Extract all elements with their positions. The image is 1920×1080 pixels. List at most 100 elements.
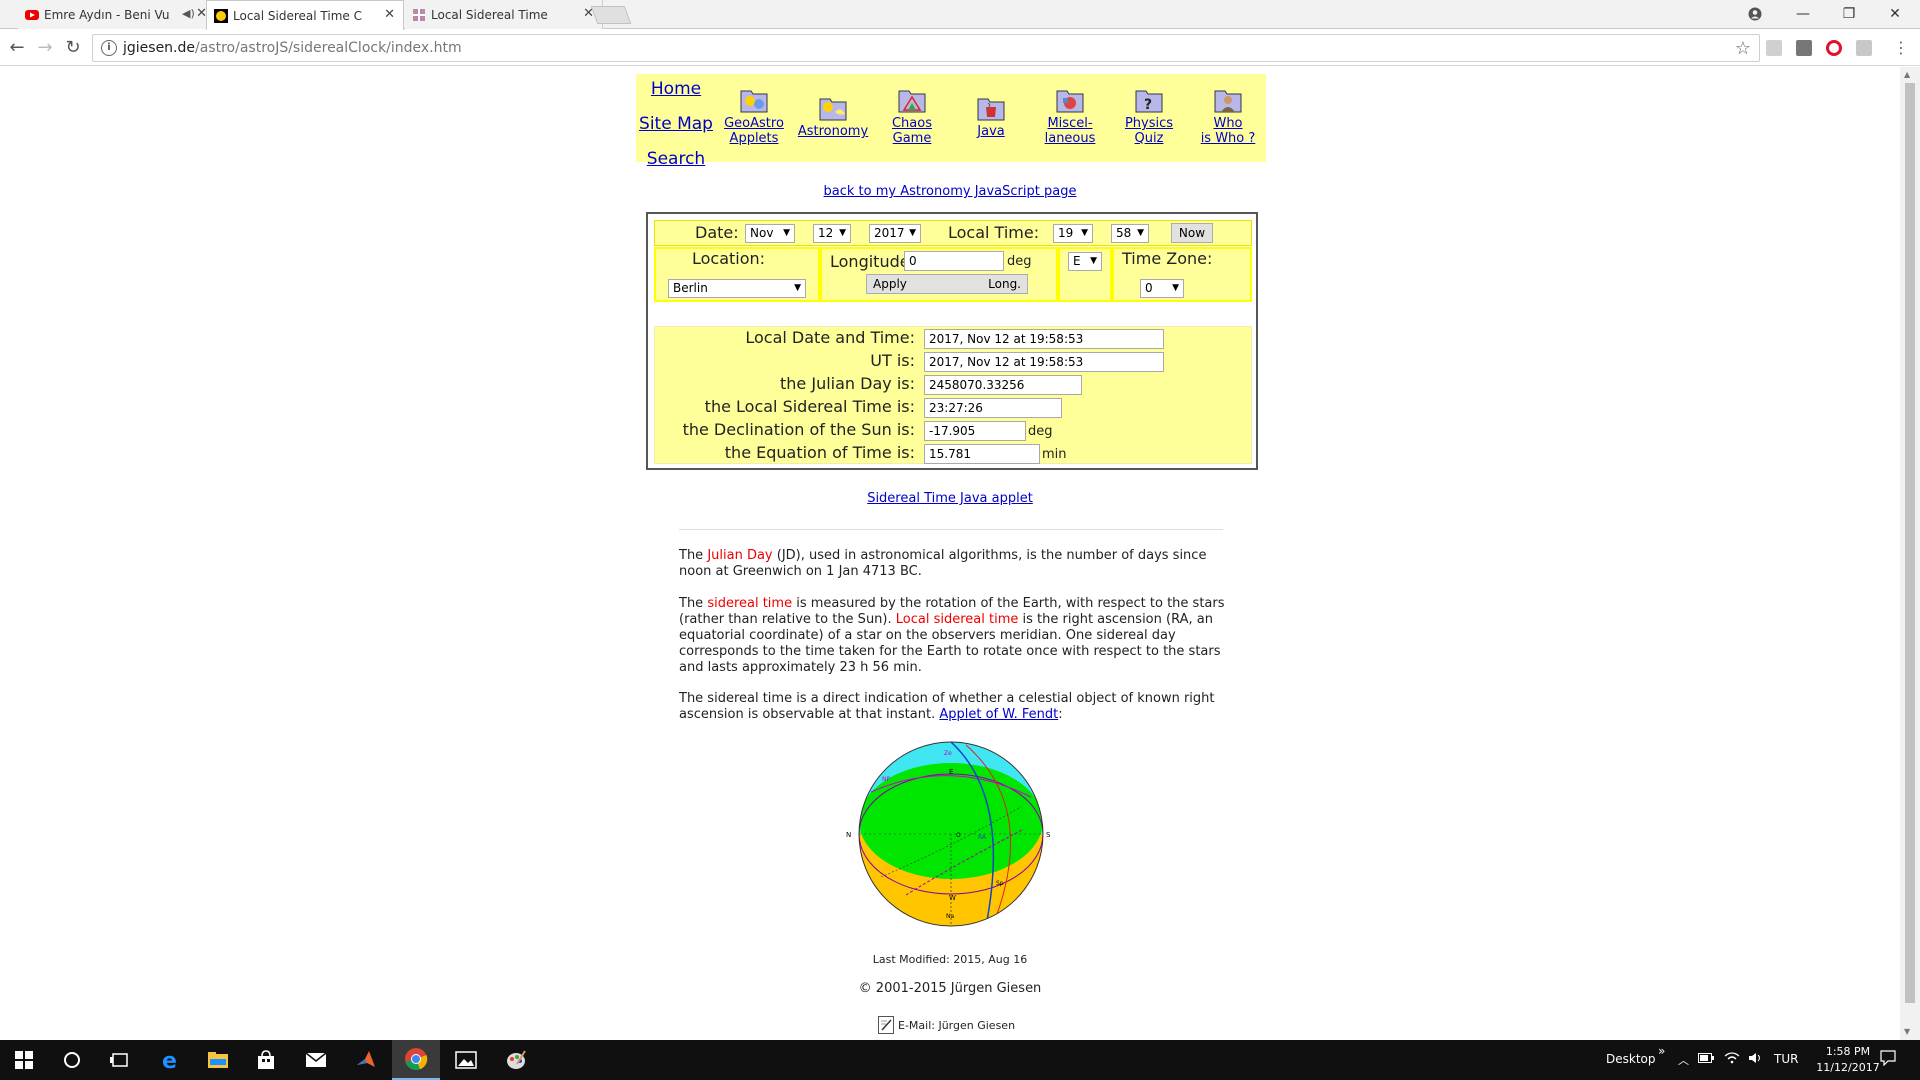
east-west-select[interactable]: E ▼ <box>1068 252 1102 271</box>
extension-pdf-icon[interactable] <box>1766 40 1782 56</box>
sidereal-java-applet-link[interactable]: Sidereal Time Java applet <box>867 491 1033 506</box>
battery-icon[interactable] <box>1698 1052 1714 1066</box>
address-bar[interactable]: i jgiesen.de/astro/astroJS/siderealClock… <box>92 34 1760 62</box>
result-label: Local Date and Time: <box>745 328 915 347</box>
tab-local-sidereal-time-clock[interactable]: Local Sidereal Time Clock ✕ <box>206 0 404 30</box>
desktop-toolbar-label[interactable]: Desktop <box>1606 1052 1656 1066</box>
mail-icon[interactable] <box>292 1040 340 1080</box>
nav-miscellaneous[interactable]: Miscel- laneous <box>1030 86 1110 146</box>
restore-icon[interactable]: ❐ <box>1834 4 1864 24</box>
nav-java[interactable]: Java <box>951 94 1031 139</box>
speaker-icon[interactable]: ◀) <box>182 7 195 20</box>
home-link[interactable]: Home <box>636 79 716 99</box>
longitude-label: Longitude <box>830 252 910 271</box>
chrome-menu-icon[interactable]: ⋮ <box>1890 37 1912 59</box>
scroll-down-icon[interactable]: ▼ <box>1904 1027 1910 1036</box>
extension-gray-icon[interactable] <box>1856 40 1872 56</box>
extension-icon[interactable] <box>1796 40 1812 56</box>
label-ra: RA <box>978 834 987 841</box>
toolbar-chevron-icon[interactable]: » <box>1658 1044 1665 1058</box>
physics-folder-icon: ? <box>1133 86 1165 114</box>
reload-icon[interactable]: ↻ <box>62 37 84 59</box>
timezone-value: 0 <box>1145 281 1153 295</box>
julian-day-term: Julian Day <box>707 548 773 563</box>
back-arrow-icon[interactable]: ← <box>6 37 28 59</box>
local-sidereal-time-term: Local sidereal time <box>895 612 1019 627</box>
location-select[interactable]: Berlin ▼ <box>668 279 806 298</box>
task-view-icon[interactable] <box>96 1040 144 1080</box>
close-window-icon[interactable]: ✕ <box>1880 4 1910 24</box>
info-icon[interactable]: i <box>101 40 117 56</box>
new-tab-button[interactable] <box>590 6 632 24</box>
back-to-astronomy-link[interactable]: back to my Astronomy JavaScript page <box>824 184 1077 199</box>
chrome-icon[interactable] <box>392 1040 440 1080</box>
file-explorer-icon[interactable] <box>194 1040 242 1080</box>
equation-of-time-output[interactable]: 15.781 <box>924 444 1040 464</box>
month-select[interactable]: Nov ▼ <box>745 224 795 243</box>
label-na: Na <box>946 913 954 920</box>
nav-physics-quiz[interactable]: ? Physics Quiz <box>1109 86 1189 146</box>
ut-output[interactable]: 2017, Nov 12 at 19:58:53 <box>924 352 1164 372</box>
sun-declination-output[interactable]: -17.905 <box>924 421 1026 441</box>
local-sidereal-time-output[interactable]: 23:27:26 <box>924 398 1062 418</box>
store-icon[interactable] <box>242 1040 290 1080</box>
nav-who-is-who[interactable]: Who is Who ? <box>1188 86 1268 146</box>
dropdown-arrow-icon: ▼ <box>839 228 846 238</box>
fendt-applet-link[interactable]: Applet of W. Fendt <box>939 707 1058 722</box>
misc-folder-icon <box>1054 86 1086 114</box>
text: The <box>679 548 708 563</box>
profile-icon[interactable] <box>1740 4 1770 24</box>
julian-day-output[interactable]: 2458070.33256 <box>924 375 1082 395</box>
matlab-icon[interactable] <box>342 1040 390 1080</box>
timezone-select[interactable]: 0 ▼ <box>1140 279 1184 298</box>
label-np: NP <box>882 776 890 783</box>
declination-unit: deg <box>1028 424 1053 439</box>
clock[interactable]: 1:58 PM 11/12/2017 <box>1808 1044 1888 1076</box>
minute-select[interactable]: 58 ▼ <box>1111 224 1149 243</box>
long-label: Long. <box>988 277 1021 291</box>
scroll-thumb[interactable] <box>1905 83 1915 1003</box>
volume-icon[interactable] <box>1748 1052 1764 1067</box>
action-center-icon[interactable] <box>1880 1050 1896 1069</box>
result-label: the Julian Day is: <box>780 374 915 393</box>
windows-start-icon[interactable] <box>0 1040 48 1080</box>
wifi-icon[interactable] <box>1724 1052 1740 1067</box>
opera-icon[interactable] <box>1826 40 1842 56</box>
web-page: Home Site Map Search GeoAstro Applets As… <box>0 67 1900 1040</box>
dropdown-arrow-icon: ▼ <box>783 228 790 238</box>
tab-title: Local Sidereal Time Clock <box>233 8 363 23</box>
search-link[interactable]: Search <box>636 149 716 169</box>
copyright: © 2001-2015 Jürgen Giesen <box>858 981 1042 996</box>
forward-arrow-icon[interactable]: → <box>34 37 56 59</box>
day-value: 12 <box>818 226 834 240</box>
bookmark-star-icon[interactable]: ☆ <box>1735 38 1751 59</box>
day-select[interactable]: 12 ▼ <box>813 224 851 243</box>
site-map-link[interactable]: Site Map <box>636 114 716 134</box>
nav-chaos-game[interactable]: Chaos Game <box>872 86 952 146</box>
svg-text:?: ? <box>1144 97 1152 113</box>
nav-astronomy[interactable]: Astronomy <box>793 94 873 139</box>
close-tab-icon[interactable]: ✕ <box>384 7 395 22</box>
minimize-icon[interactable]: — <box>1788 4 1818 24</box>
year-select[interactable]: 2017 ▼ <box>869 224 921 243</box>
vertical-scrollbar[interactable]: ▲ ▼ <box>1900 67 1920 1040</box>
url-domain: jgiesen.de <box>123 40 196 56</box>
scroll-up-icon[interactable]: ▲ <box>1904 70 1910 79</box>
edge-icon[interactable]: e <box>146 1040 194 1080</box>
tab-local-sidereal-time[interactable]: Local Sidereal Time ✕ <box>405 0 603 29</box>
longitude-input[interactable]: 0 <box>904 251 1004 271</box>
photos-icon[interactable] <box>442 1040 490 1080</box>
local-date-time-output[interactable]: 2017, Nov 12 at 19:58:53 <box>924 329 1164 349</box>
timezone-cell: Time Zone: 0 ▼ <box>1112 247 1252 302</box>
windows-taskbar: e Desktop » ︿ TUR 1:58 PM 11/12/2017 <box>0 1040 1920 1080</box>
hour-select[interactable]: 19 ▼ <box>1053 224 1093 243</box>
tab-youtube[interactable]: Emre Aydın - Beni Vu ◀) ✕ <box>18 0 216 29</box>
cortana-icon[interactable] <box>48 1040 96 1080</box>
email-link[interactable]: E-Mail: Jürgen Giesen <box>878 1015 1015 1035</box>
nav-geoastro[interactable]: GeoAstro Applets <box>714 86 794 146</box>
now-button[interactable]: Now <box>1171 223 1213 243</box>
apply-long-button[interactable]: Apply Long. <box>866 274 1028 294</box>
show-hidden-icons-icon[interactable]: ︿ <box>1678 1052 1689 1068</box>
paint-icon[interactable] <box>492 1040 540 1080</box>
input-language[interactable]: TUR <box>1774 1052 1798 1066</box>
